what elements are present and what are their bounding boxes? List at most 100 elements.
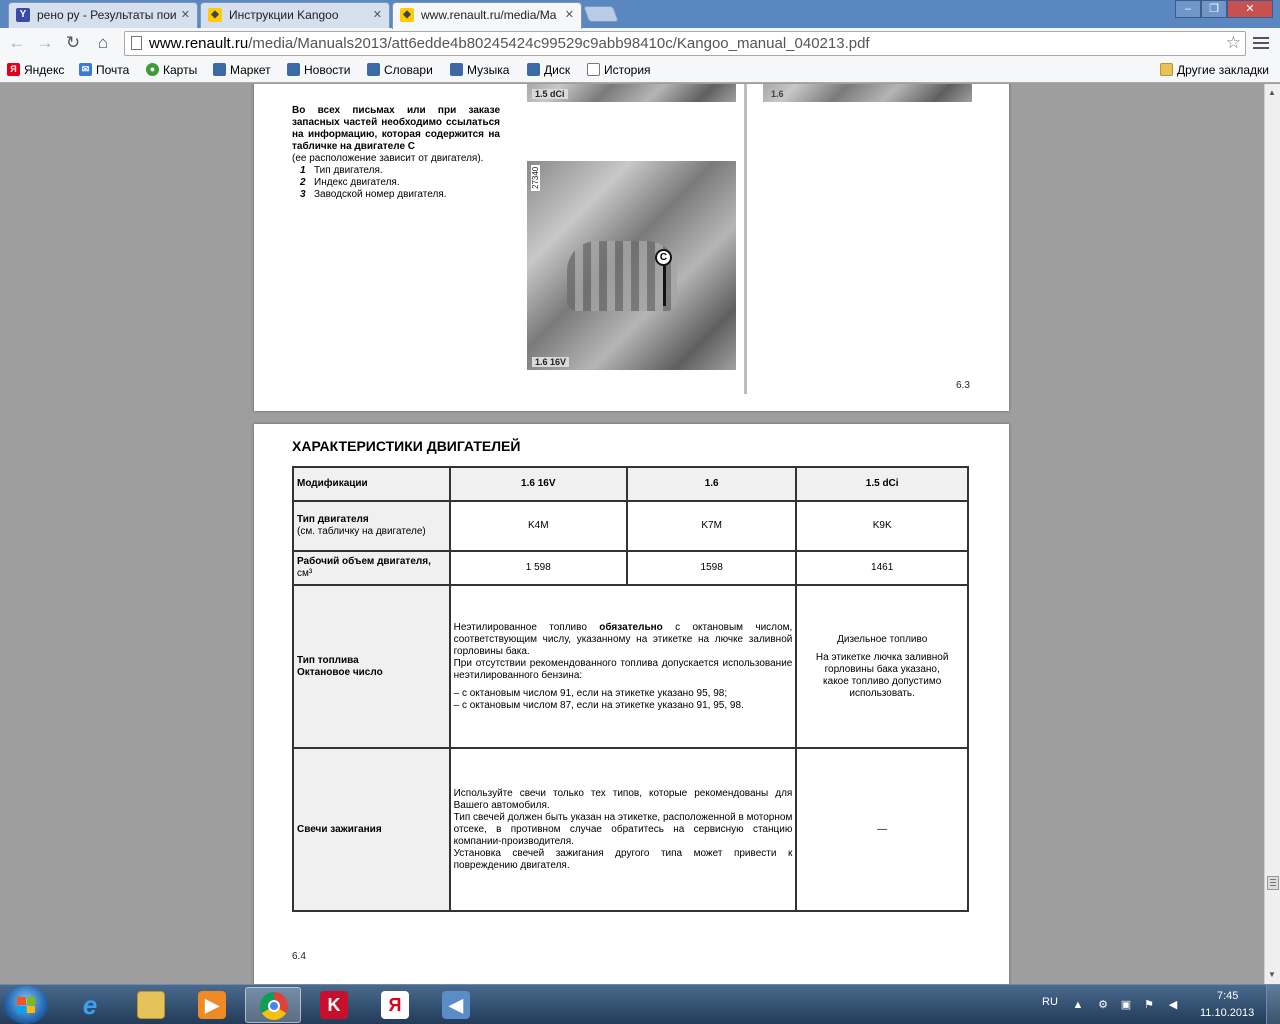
- window-close-button[interactable]: ✕: [1227, 0, 1273, 18]
- taskbar-yandex[interactable]: Я: [367, 987, 423, 1023]
- renault-icon: ◆: [400, 8, 414, 22]
- yandex-icon: Я: [7, 63, 20, 76]
- taskbar-kaspersky[interactable]: K: [306, 987, 362, 1023]
- scroll-thumb[interactable]: [1267, 876, 1279, 890]
- bookmark-disk[interactable]: Диск: [527, 62, 570, 78]
- table-cell: —: [795, 747, 969, 912]
- bookmark-mail[interactable]: ✉ Почта: [79, 62, 129, 78]
- kaspersky-icon: K: [320, 991, 348, 1019]
- address-text[interactable]: www.renault.ru/media/Manuals2013/att6edd…: [149, 35, 870, 52]
- new-tab-button[interactable]: [583, 6, 619, 22]
- tab-yandex-results[interactable]: Y рено ру - Результаты пои ✕: [8, 2, 198, 28]
- steam-icon[interactable]: ⚙: [1096, 999, 1110, 1011]
- table-row-label: Свечи зажигания: [292, 747, 451, 912]
- mail-icon: ✉: [79, 63, 92, 76]
- language-indicator[interactable]: RU: [1042, 996, 1058, 1008]
- marker-c: C: [655, 249, 672, 266]
- minimize-button[interactable]: ‒: [1175, 0, 1201, 18]
- folder-icon: [137, 991, 165, 1019]
- home-button[interactable]: ⌂: [92, 32, 114, 54]
- maximize-button[interactable]: ❐: [1201, 0, 1227, 18]
- news-icon: [287, 63, 300, 76]
- table-header-cell: 1.5 dCi: [795, 466, 969, 502]
- pdf-page-6-4: ХАРАКТЕРИСТИКИ ДВИГАТЕЛЕЙ Модификации 1.…: [254, 424, 1009, 984]
- taskbar-internet-explorer[interactable]: e: [62, 987, 118, 1023]
- show-desktop-button[interactable]: [1266, 985, 1280, 1024]
- table-header-cell: 1.6: [625, 466, 798, 502]
- list-item: 1 Тип двигателя.: [300, 165, 383, 176]
- clock-date[interactable]: 11.10.2013: [1200, 1007, 1254, 1019]
- table-row-label: Рабочий объем двигателя, см³: [292, 550, 451, 586]
- list-item: – с октановым числом 87, если на этикетк…: [453, 699, 744, 711]
- dictionary-icon: [367, 63, 380, 76]
- pdf-viewer[interactable]: 1.5 dCi 1.6 Во всех письмах или при зака…: [0, 84, 1264, 984]
- table-header-cell: 1.6 16V: [448, 466, 628, 502]
- back-button[interactable]: ←: [6, 32, 28, 54]
- tab-label: рено ру - Результаты пои: [37, 8, 177, 22]
- address-bar[interactable]: www.renault.ru/media/Manuals2013/att6edd…: [124, 31, 1246, 56]
- table-row-label: Тип топлива Октановое число: [292, 584, 451, 749]
- bookmark-market[interactable]: Маркет: [213, 62, 271, 78]
- tab-kangoo-instructions[interactable]: ◆ Инструкции Kangoo ✕: [200, 2, 390, 28]
- scroll-down-icon[interactable]: ▼: [1268, 970, 1276, 979]
- reload-button[interactable]: ↻: [62, 32, 84, 54]
- windows-taskbar: e ▶ K Я ◀ RU ▲ ⚙ ▣ ⚑ ◀ 7:45 11.10.2013: [0, 984, 1280, 1024]
- tab-strip: Y рено ру - Результаты пои ✕ ◆ Инструкци…: [0, 0, 1280, 29]
- bookmark-news[interactable]: Новости: [287, 62, 350, 78]
- bookmark-star-icon[interactable]: ☆: [1226, 33, 1241, 53]
- show-hidden-icons-icon[interactable]: ▲: [1071, 999, 1085, 1011]
- engine-photo: 1.5 dCi: [527, 84, 736, 102]
- taskbar-explorer[interactable]: [123, 987, 179, 1023]
- fuel-description: Неэтилированное топливо обязательно с ок…: [448, 584, 798, 749]
- table-row-label: Тип двигателя (см. табличку на двигателе…: [292, 500, 451, 552]
- taskbar-media-player[interactable]: ▶: [184, 987, 240, 1023]
- taskbar-chrome[interactable]: [245, 987, 301, 1023]
- taskbar-audio[interactable]: ◀: [428, 987, 484, 1023]
- tab-label: Инструкции Kangoo: [229, 8, 339, 22]
- close-icon[interactable]: ✕: [565, 3, 574, 27]
- close-icon[interactable]: ✕: [373, 3, 382, 27]
- photo-reference: 27340: [531, 164, 540, 191]
- bookmark-music[interactable]: Музыка: [450, 62, 509, 78]
- start-button[interactable]: [4, 986, 48, 1024]
- page-icon: [131, 36, 142, 50]
- bookmark-dictionaries[interactable]: Словари: [367, 62, 433, 78]
- bookmark-history[interactable]: История: [587, 62, 651, 78]
- renault-icon: ◆: [208, 8, 222, 22]
- yandex-icon: Y: [16, 8, 30, 22]
- yandex-icon: Я: [381, 991, 409, 1019]
- bookmark-maps[interactable]: ● Карты: [146, 62, 197, 78]
- scroll-up-icon[interactable]: ▲: [1268, 88, 1276, 97]
- table-row: Рабочий объем двигателя, см³ 1 598 1598 …: [292, 550, 969, 586]
- tab-label: www.renault.ru/media/Ma: [421, 8, 557, 22]
- bookmark-yandex[interactable]: Я Яндекс: [7, 62, 64, 78]
- action-center-flag-icon[interactable]: ⚑: [1142, 999, 1156, 1011]
- table-cell: K9K: [795, 500, 969, 552]
- notice-text: Во всех письмах или при заказе запасных …: [292, 105, 500, 201]
- speaker-icon: ◀: [442, 991, 470, 1019]
- maps-icon: ●: [146, 63, 159, 76]
- photo-label: 1.6 16V: [532, 357, 570, 367]
- notice-sub: (ее расположение зависит от двигателя).: [292, 153, 484, 164]
- clock-time[interactable]: 7:45: [1217, 990, 1238, 1002]
- tab-renault-pdf[interactable]: ◆ www.renault.ru/media/Ma ✕: [392, 2, 582, 29]
- notice-list: 1 Тип двигателя. 2 Индекс двигателя. 3 Заво…: [300, 165, 500, 201]
- table-cell: K4M: [448, 500, 628, 552]
- volume-icon[interactable]: ◀: [1166, 999, 1180, 1011]
- table-row: Тип топлива Октановое число Неэтилирован…: [292, 584, 969, 749]
- market-icon: [213, 63, 226, 76]
- table-cell: 1598: [625, 550, 798, 586]
- other-bookmarks[interactable]: Другие закладки: [1160, 62, 1269, 78]
- vertical-scrollbar[interactable]: ▲ ▼: [1264, 84, 1280, 984]
- page-icon: [587, 63, 600, 76]
- close-icon[interactable]: ✕: [181, 3, 190, 27]
- notice-bold: Во всех письмах или при заказе запасных …: [292, 105, 500, 152]
- bookmarks-bar: Я Яндекс ✉ Почта ● Карты Маркет Новости Сло…: [0, 59, 1280, 83]
- menu-icon[interactable]: [1253, 34, 1269, 50]
- table-row: Модификации 1.6 16V 1.6 1.5 dCi: [292, 466, 969, 502]
- network-icon[interactable]: ▣: [1119, 999, 1133, 1011]
- table-cell: K7M: [625, 500, 798, 552]
- windows-logo-icon: [17, 997, 35, 1013]
- engine-spec-table: Модификации 1.6 16V 1.6 1.5 dCi Тип двиг…: [292, 466, 969, 912]
- forward-button[interactable]: →: [34, 32, 56, 54]
